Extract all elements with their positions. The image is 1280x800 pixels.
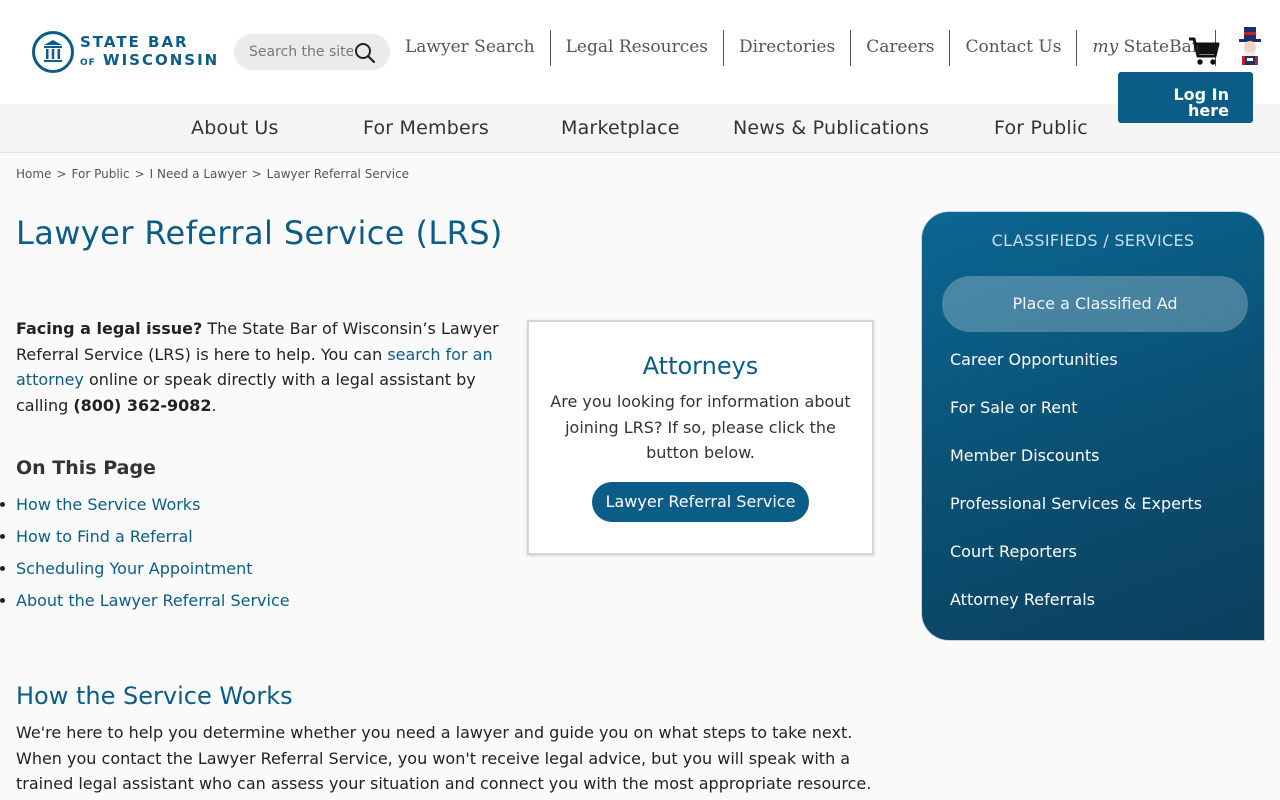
- breadcrumb: Home > For Public > I Need a Lawyer > Lawyer R…: [16, 167, 410, 181]
- list-item: How to Find a Referral: [0, 524, 290, 556]
- sidebar-title: CLASSIFIEDS / SERVICES: [991, 231, 1195, 250]
- classifieds-sidebar: CLASSIFIEDS / SERVICES Place a Classifie…: [921, 211, 1265, 641]
- login-button[interactable]: Log In here: [1118, 72, 1253, 123]
- sidebar-link-member-discounts[interactable]: Member Discounts: [950, 446, 1099, 465]
- site-search: [234, 34, 390, 70]
- nav-lawyer-search[interactable]: Lawyer Search: [390, 30, 551, 66]
- sidebar-link-for-sale-or-rent[interactable]: For Sale or Rent: [950, 398, 1078, 417]
- logo-line2: WISCONSIN: [103, 50, 220, 69]
- login-line2: here: [1188, 100, 1229, 120]
- toc-link-scheduling[interactable]: Scheduling Your Appointment: [16, 559, 253, 578]
- sidebar-link-career-opportunities[interactable]: Career Opportunities: [950, 350, 1118, 369]
- sidebar-link-professional-services[interactable]: Professional Services & Experts: [950, 494, 1202, 513]
- list-item: About the Lawyer Referral Service: [0, 588, 290, 620]
- main-nav-about-us[interactable]: About Us: [191, 117, 279, 139]
- search-icon[interactable]: [354, 42, 376, 64]
- intro-lead: Facing a legal issue?: [16, 319, 203, 338]
- nav-legal-resources[interactable]: Legal Resources: [551, 30, 725, 66]
- intro-text3: .: [211, 395, 217, 415]
- site-header: STATE BAR OF WISCONSIN Lawyer Search Leg…: [0, 0, 1280, 123]
- toc-link-find-referral[interactable]: How to Find a Referral: [16, 527, 193, 546]
- main-nav: About Us For Members Marketplace News & …: [0, 104, 1280, 153]
- section-heading-how-service-works: How the Service Works: [16, 682, 293, 710]
- place-classified-ad-button[interactable]: Place a Classified Ad: [942, 276, 1248, 332]
- utility-nav: Lawyer Search Legal Resources Directorie…: [390, 30, 1216, 66]
- breadcrumb-for-public[interactable]: For Public: [72, 167, 130, 181]
- nav-contact-us[interactable]: Contact Us: [950, 30, 1078, 66]
- section-text-how-service-works: We're here to help you determine whether…: [16, 723, 872, 793]
- cart-icon[interactable]: [1188, 36, 1220, 66]
- site-logo[interactable]: STATE BAR OF WISCONSIN: [32, 30, 224, 74]
- attorneys-card-title: Attorneys: [642, 352, 759, 380]
- main-nav-marketplace[interactable]: Marketplace: [561, 117, 680, 139]
- attorneys-card: Attorneys Are you looking for informatio…: [527, 320, 874, 555]
- sidebar-link-court-reporters[interactable]: Court Reporters: [950, 542, 1077, 561]
- logo-line2-prefix: OF: [80, 57, 96, 68]
- nav-careers[interactable]: Careers: [851, 30, 951, 66]
- phone-number: (800) 362-9082: [73, 395, 212, 415]
- main-nav-for-members[interactable]: For Members: [363, 117, 489, 139]
- breadcrumb-i-need-a-lawyer[interactable]: I Need a Lawyer: [150, 167, 247, 181]
- intro-paragraph: Facing a legal issue? The State Bar of W…: [16, 316, 511, 418]
- my-prefix: my: [1092, 37, 1119, 57]
- on-this-page-list: How the Service Works How to Find a Refe…: [0, 492, 290, 620]
- lawyer-referral-service-button[interactable]: Lawyer Referral Service: [591, 481, 810, 522]
- sidebar-link-attorney-referrals[interactable]: Attorney Referrals: [950, 590, 1095, 609]
- attorneys-card-text: Are you looking for information about jo…: [550, 392, 851, 462]
- main-nav-for-public[interactable]: For Public: [994, 117, 1088, 139]
- on-this-page-heading: On This Page: [16, 457, 156, 479]
- main-nav-news-publications[interactable]: News & Publications: [733, 117, 929, 139]
- list-item: Scheduling Your Appointment: [0, 556, 290, 588]
- toc-link-about-lrs[interactable]: About the Lawyer Referral Service: [16, 591, 290, 610]
- breadcrumb-current: Lawyer Referral Service: [266, 167, 410, 181]
- breadcrumb-home[interactable]: Home: [16, 167, 51, 181]
- seal-icon: [32, 31, 74, 73]
- nav-directories[interactable]: Directories: [724, 30, 852, 66]
- list-item: How the Service Works: [0, 492, 290, 524]
- page-title: Lawyer Referral Service (LRS): [16, 214, 503, 252]
- search-input[interactable]: [249, 44, 353, 60]
- mascot-icon[interactable]: [1233, 27, 1267, 67]
- logo-line1: STATE BAR: [80, 32, 189, 51]
- toc-link-how-service-works[interactable]: How the Service Works: [16, 495, 200, 514]
